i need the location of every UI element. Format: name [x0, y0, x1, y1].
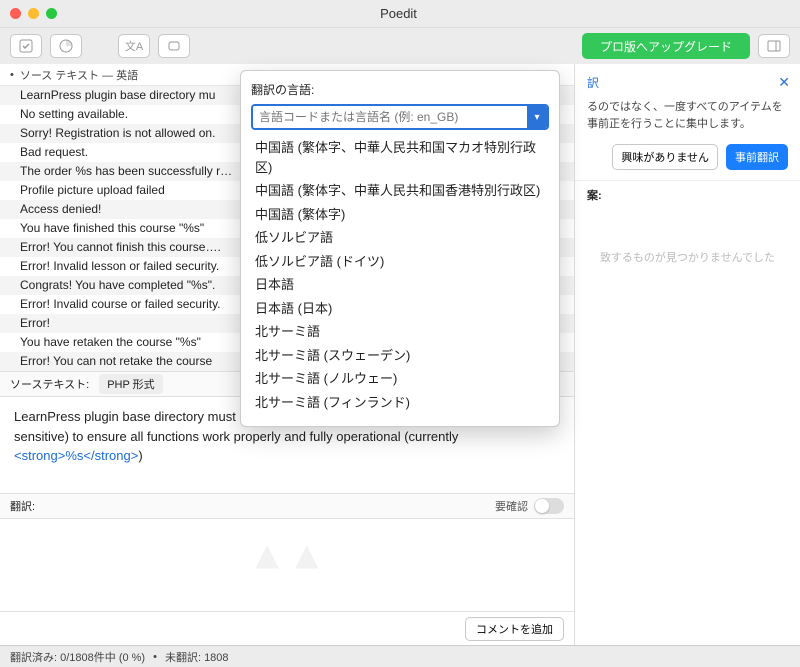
add-comment-button[interactable]: コメントを追加 [465, 617, 564, 641]
language-option[interactable]: 低ソルビア語 (ドイツ) [251, 250, 549, 274]
validate-button[interactable] [10, 34, 42, 58]
minimize-window-button[interactable] [28, 8, 39, 19]
statusbar: 翻訳済み: 0/1808件中 (0 %) • 未翻訳: 1808 [0, 645, 800, 667]
needs-work-toggle[interactable]: 要確認 [495, 498, 564, 514]
language-option[interactable]: 中国語 (繁体字、中華人民共和国マカオ特別行政区) [251, 136, 549, 179]
titlebar: Poedit [0, 0, 800, 28]
window-title: Poedit [57, 6, 740, 21]
toggle-switch[interactable] [534, 498, 564, 514]
language-option[interactable]: 北サーミ語 (フィンランド) [251, 391, 549, 415]
column-header-label: ソース テキスト — 英語 [20, 67, 138, 83]
status-translated: 翻訳済み: 0/1808件中 (0 %) [10, 649, 145, 665]
language-input[interactable] [253, 106, 527, 128]
right-pane: ✕ 訳 るのではなく、一度すべてのアイテムを事前正を行うことに集中します。 興味… [575, 64, 800, 645]
toolbar: 文A プロ版へアップグレード [0, 28, 800, 64]
language-option[interactable]: 中国語 (繁体字、中華人民共和国香港特別行政区) [251, 179, 549, 203]
window-controls [10, 8, 57, 19]
chevron-down-icon[interactable]: ▾ [527, 106, 547, 128]
upgrade-button[interactable]: プロ版へアップグレード [582, 33, 750, 59]
translate-button[interactable]: 文A [118, 34, 150, 58]
not-interested-button[interactable]: 興味がありません [612, 144, 718, 170]
no-suggestions-text: 致するものが見つかりませんでした [575, 209, 800, 305]
suggestion-button[interactable] [158, 34, 190, 58]
translation-bar-label: 翻訳: [10, 498, 35, 514]
panel-header: 訳 [587, 74, 788, 91]
close-icon[interactable]: ✕ [778, 74, 790, 91]
language-popover: 翻訳の言語: ▾ 中国語 (繁体字、中華人民共和国マカオ特別行政区)中国語 (繁… [240, 70, 560, 427]
format-badge: PHP 形式 [99, 374, 162, 394]
status-untranslated: 未翻訳: 1808 [165, 649, 229, 665]
language-label: 翻訳の言語: [251, 81, 549, 98]
language-option[interactable]: 日本語 (日本) [251, 297, 549, 321]
suggestions-header: 案: [575, 180, 800, 209]
sidebar-toggle-button[interactable] [758, 34, 790, 58]
comment-bar: コメントを追加 [0, 611, 574, 645]
language-option[interactable]: 北サーミ語 [251, 320, 549, 344]
language-option[interactable]: 日本語 [251, 273, 549, 297]
language-combobox[interactable]: ▾ [251, 104, 549, 130]
stats-button[interactable] [50, 34, 82, 58]
panel-body: るのではなく、一度すべてのアイテムを事前正を行うことに集中します。 [587, 99, 788, 132]
zoom-window-button[interactable] [46, 8, 57, 19]
language-option[interactable]: 北ロル語 [251, 414, 549, 416]
close-window-button[interactable] [10, 8, 21, 19]
source-bar-label: ソーステキスト: [10, 376, 89, 392]
language-option[interactable]: 低ソルビア語 [251, 226, 549, 250]
pretranslate-button[interactable]: 事前翻訳 [726, 144, 788, 170]
translation-bar: 翻訳: 要確認 [0, 493, 574, 519]
language-option[interactable]: 北サーミ語 (スウェーデン) [251, 344, 549, 368]
language-option[interactable]: 北サーミ語 (ノルウェー) [251, 367, 549, 391]
watermark-icon: ▲▲ [247, 533, 326, 578]
pretranslate-panel: ✕ 訳 るのではなく、一度すべてのアイテムを事前正を行うことに集中します。 興味… [575, 64, 800, 180]
language-option[interactable]: 中国語 (繁体字) [251, 203, 549, 227]
language-options: 中国語 (繁体字、中華人民共和国マカオ特別行政区)中国語 (繁体字、中華人民共和… [251, 136, 549, 416]
translation-input[interactable]: ▲▲ [0, 519, 574, 611]
